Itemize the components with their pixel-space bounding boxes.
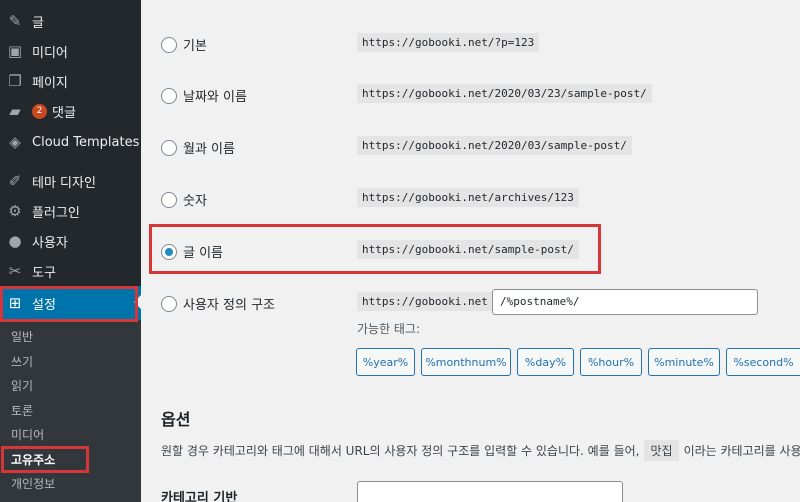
option-label-numeric[interactable]: 숫자 xyxy=(183,190,207,209)
menu-posts[interactable]: ✎ 글 xyxy=(0,6,141,36)
media-icon: ▣ xyxy=(7,42,23,60)
permalink-option-month-name[interactable]: 월과 이름 xyxy=(161,138,235,157)
example-url-post-name: https://gobooki.net/sample-post/ xyxy=(357,240,579,259)
menu-plugins-label: 플러그인 xyxy=(32,205,80,221)
options-description: 원할 경우 카테고리와 태그에 대해서 URL의 사용자 정의 구조를 입력할 … xyxy=(161,440,800,461)
tag-year-button[interactable]: %year% xyxy=(356,348,415,376)
permalink-option-plain[interactable]: 기본 xyxy=(161,35,207,54)
options-section-title: 옵션 xyxy=(161,410,191,429)
admin-sidebar: ✎ 글 ▣ 미디어 ❐ 페이지 ▰ 2 댓글 ◈ Cloud Templates… xyxy=(0,0,141,502)
menu-media-label: 미디어 xyxy=(32,45,68,61)
submenu-privacy[interactable]: 개인정보 xyxy=(11,475,55,492)
available-tags-label: 가능한 태그: xyxy=(357,322,421,336)
submenu-reading[interactable]: 읽기 xyxy=(11,377,33,394)
menu-settings-label: 설정 xyxy=(32,297,56,313)
option-label-post-name[interactable]: 글 이름 xyxy=(183,242,223,261)
comment-icon: ▰ xyxy=(9,102,21,120)
menu-cloud-templates-label: Cloud Templates xyxy=(32,134,140,150)
permalink-option-day-name[interactable]: 날짜와 이름 xyxy=(161,86,247,105)
tag-day-button[interactable]: %day% xyxy=(517,348,574,376)
settings-icon: ⊞ xyxy=(8,294,22,312)
menu-tools[interactable]: ✂ 도구 xyxy=(0,256,141,286)
menu-posts-label: 글 xyxy=(32,15,44,31)
option-label-day-name[interactable]: 날짜와 이름 xyxy=(183,86,247,105)
submenu-discussion[interactable]: 토론 xyxy=(11,402,33,419)
pin-icon: ✎ xyxy=(8,12,22,30)
radio-post-name[interactable] xyxy=(161,243,177,260)
page-icon: ❐ xyxy=(8,72,22,90)
menu-tools-label: 도구 xyxy=(32,265,56,281)
tag-hour-button[interactable]: %hour% xyxy=(580,348,642,376)
menu-cloud-templates[interactable]: ◈ Cloud Templates xyxy=(0,127,141,157)
menu-comments-label: 댓글 xyxy=(52,105,76,121)
example-url-plain: https://gobooki.net/?p=123 xyxy=(357,33,540,52)
settings-submenu: 일반 쓰기 읽기 토론 미디어 고유주소 개인정보 xyxy=(0,320,141,502)
menu-appearance[interactable]: ✐ 테마 디자인 xyxy=(0,166,141,196)
radio-numeric[interactable] xyxy=(161,191,177,208)
radio-plain[interactable] xyxy=(161,36,177,53)
appearance-icon: ✐ xyxy=(8,172,22,190)
menu-pages-label: 페이지 xyxy=(32,75,68,91)
submenu-general[interactable]: 일반 xyxy=(11,328,33,345)
main-content: 기본 https://gobooki.net/?p=123 날짜와 이름 htt… xyxy=(141,0,800,502)
options-desc-after: 이라는 카테고리를 사용 xyxy=(683,444,800,458)
permalink-option-custom[interactable]: 사용자 정의 구조 xyxy=(161,294,275,313)
tools-icon: ✂ xyxy=(8,262,22,280)
example-url-month-name: https://gobooki.net/2020/03/sample-post/ xyxy=(357,136,632,155)
option-label-custom[interactable]: 사용자 정의 구조 xyxy=(183,294,275,313)
submenu-writing[interactable]: 쓰기 xyxy=(11,353,33,370)
menu-media[interactable]: ▣ 미디어 xyxy=(0,36,141,66)
active-menu-arrow xyxy=(134,295,141,309)
category-base-input[interactable] xyxy=(357,481,623,502)
option-label-plain[interactable]: 기본 xyxy=(183,35,207,54)
menu-settings[interactable]: ⊞ 설정 xyxy=(0,286,141,320)
example-url-day-name: https://gobooki.net/2020/03/23/sample-po… xyxy=(357,84,652,103)
category-base-label: 카테고리 기반 xyxy=(161,491,238,502)
custom-base-url: https://gobooki.net xyxy=(357,292,493,311)
permalink-option-numeric[interactable]: 숫자 xyxy=(161,190,207,209)
example-url-numeric: https://gobooki.net/archives/123 xyxy=(357,188,579,207)
cloud-templates-icon: ◈ xyxy=(9,133,21,151)
option-label-month-name[interactable]: 월과 이름 xyxy=(183,138,235,157)
radio-custom[interactable] xyxy=(161,295,177,312)
menu-pages[interactable]: ❐ 페이지 xyxy=(0,66,141,96)
radio-month-name[interactable] xyxy=(161,139,177,156)
menu-comments[interactable]: ▰ 2 댓글 xyxy=(0,96,141,126)
permalink-option-post-name[interactable]: 글 이름 xyxy=(161,242,223,261)
user-icon: ● xyxy=(8,232,22,250)
custom-structure-input[interactable]: /%postname%/ xyxy=(492,289,758,315)
menu-users-label: 사용자 xyxy=(32,235,68,251)
plugin-icon: ⚙ xyxy=(8,202,22,220)
submenu-media[interactable]: 미디어 xyxy=(11,426,44,443)
menu-plugins[interactable]: ⚙ 플러그인 xyxy=(0,196,141,226)
options-desc-code: 맛집 xyxy=(644,440,679,461)
menu-users[interactable]: ● 사용자 xyxy=(0,226,141,256)
submenu-permalinks[interactable]: 고유주소 xyxy=(11,451,55,468)
tag-monthnum-button[interactable]: %monthnum% xyxy=(421,348,511,376)
tag-second-button[interactable]: %second% xyxy=(726,348,800,376)
comment-count-badge: 2 xyxy=(32,103,47,119)
tag-minute-button[interactable]: %minute% xyxy=(648,348,720,376)
menu-appearance-label: 테마 디자인 xyxy=(32,175,96,191)
radio-day-name[interactable] xyxy=(161,87,177,104)
options-desc-before: 원할 경우 카테고리와 태그에 대해서 URL의 사용자 정의 구조를 입력할 … xyxy=(161,444,640,458)
